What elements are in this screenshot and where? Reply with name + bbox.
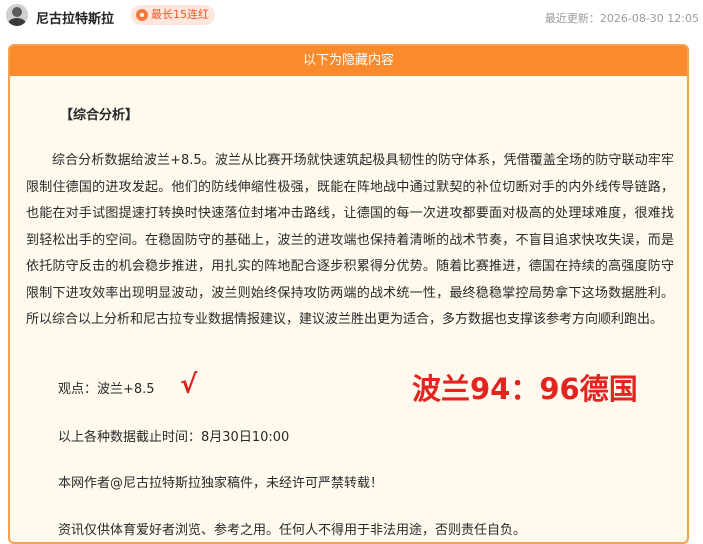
check-mark-icon: √ — [180, 370, 198, 400]
last-updated: 最近更新：2026-08-30 12:05 — [544, 12, 699, 25]
post-header: 尼古拉特斯拉 最长15连红 最近更新：2026-08-30 12:05 — [0, 0, 703, 36]
hidden-content-banner: 以下为隐藏内容 — [10, 46, 687, 76]
last-updated-label: 最近更新 — [544, 12, 589, 25]
disclaimer-notice: 资讯仅供体育爱好者浏览、参考之用。任何人不得用于非法用途，否则责任自负。 — [58, 523, 527, 538]
author-name[interactable]: 尼古拉特斯拉 — [36, 8, 114, 27]
data-cutoff-label: 以上各种数据截止时间： — [58, 430, 202, 445]
flame-icon — [136, 9, 148, 21]
viewpoint-label: 观点： — [58, 382, 98, 397]
data-cutoff-value: 8月30日10:00 — [201, 430, 290, 445]
hidden-content-panel: 以下为隐藏内容 【综合分析】 综合分析数据给波兰+8.5。波兰从比赛开场就快速筑… — [8, 44, 689, 544]
analysis-paragraph: 综合分析数据给波兰+8.5。波兰从比赛开场就快速筑起极具韧性的防守体系，凭借覆盖… — [26, 153, 674, 327]
viewpoint-pick: 波兰+8.5 — [97, 382, 155, 397]
avatar-portrait-icon — [6, 4, 28, 26]
author-avatar[interactable] — [6, 4, 28, 26]
final-score: 波兰94：96德国 — [412, 372, 638, 406]
last-updated-time: 2026-08-30 12:05 — [599, 12, 699, 25]
copyright-notice: 本网作者@尼古拉特斯拉独家稿件，未经许可严禁转载！ — [58, 476, 384, 491]
streak-badge-label: 最长15连红 — [151, 8, 209, 21]
viewpoint: 观点：波兰+8.5 — [58, 378, 155, 397]
streak-badge: 最长15连红 — [131, 5, 215, 25]
data-cutoff: 以上各种数据截止时间：8月30日10:00 — [58, 426, 289, 445]
section-title: 【综合分析】 — [60, 108, 139, 123]
